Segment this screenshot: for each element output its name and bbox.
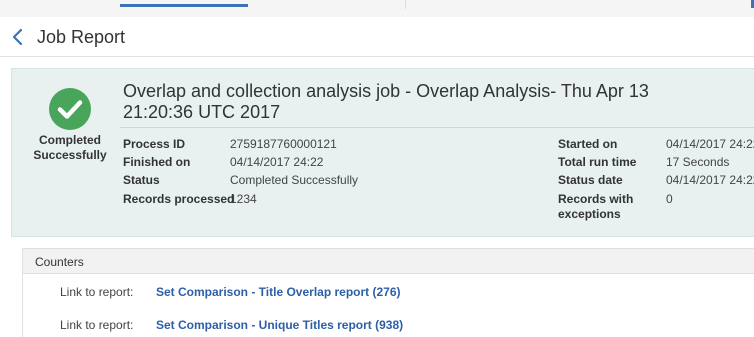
counters-header: Counters bbox=[23, 248, 754, 274]
check-circle-icon bbox=[49, 88, 91, 130]
field-value: Completed Successfully bbox=[230, 173, 359, 187]
divider bbox=[120, 127, 754, 128]
field-label: Started on bbox=[558, 137, 618, 151]
field-status: Status Completed Successfully bbox=[123, 173, 423, 188]
field-label: Records processed bbox=[123, 192, 235, 206]
tab-divider bbox=[405, 0, 406, 9]
field-value: 1234 bbox=[230, 192, 257, 206]
counter-row: Link to report: Set Comparison - Title O… bbox=[23, 285, 754, 303]
counter-row: Link to report: Set Comparison - Unique … bbox=[23, 318, 754, 336]
field-value: 2759187760000121 bbox=[230, 137, 337, 151]
active-tab-indicator bbox=[120, 4, 248, 7]
page-header: Job Report bbox=[0, 17, 754, 57]
counter-label: Link to report: bbox=[60, 318, 134, 332]
field-value: 17 Seconds bbox=[666, 155, 730, 169]
field-records-processed: Records processed 1234 bbox=[123, 192, 423, 207]
page-title: Job Report bbox=[37, 27, 126, 47]
field-label: Finished on bbox=[123, 155, 191, 169]
title-overlap-report-link[interactable]: Set Comparison - Title Overlap report (2… bbox=[156, 285, 401, 299]
counter-label: Link to report: bbox=[60, 285, 134, 299]
chevron-left-icon bbox=[12, 28, 23, 46]
field-total-run-time: Total run time 17 Seconds bbox=[558, 155, 754, 170]
field-value: 04/14/2017 24:22 bbox=[666, 137, 754, 151]
field-label: Total run time bbox=[558, 155, 637, 169]
counters-title: Counters bbox=[35, 255, 84, 269]
field-label: Process ID bbox=[123, 137, 186, 151]
job-summary-panel: Completed Successfully Overlap and colle… bbox=[11, 68, 754, 237]
field-process-id: Process ID 2759187760000121 bbox=[123, 137, 423, 152]
status-label: Completed Successfully bbox=[33, 133, 107, 162]
field-records-with-exceptions: Records with exceptions 0 bbox=[558, 192, 754, 222]
counters-section: Counters Link to report: Set Comparison … bbox=[22, 248, 754, 337]
field-label: Status bbox=[123, 173, 160, 187]
field-value: 04/14/2017 24:22 bbox=[230, 155, 324, 169]
back-button[interactable] bbox=[11, 28, 25, 46]
field-started-on: Started on 04/14/2017 24:22 bbox=[558, 137, 754, 152]
field-label: Status date bbox=[558, 173, 623, 187]
field-value: 0 bbox=[666, 192, 673, 206]
unique-titles-report-link[interactable]: Set Comparison - Unique Titles report (9… bbox=[156, 318, 403, 332]
top-tab-strip bbox=[0, 0, 754, 17]
job-title: Overlap and collection analysis job - Ov… bbox=[123, 81, 649, 122]
field-value: 04/14/2017 24:22 bbox=[666, 173, 754, 187]
field-status-date: Status date 04/14/2017 24:22 bbox=[558, 173, 754, 188]
field-label: Records with exceptions bbox=[558, 192, 634, 221]
field-finished-on: Finished on 04/14/2017 24:22 bbox=[123, 155, 423, 170]
